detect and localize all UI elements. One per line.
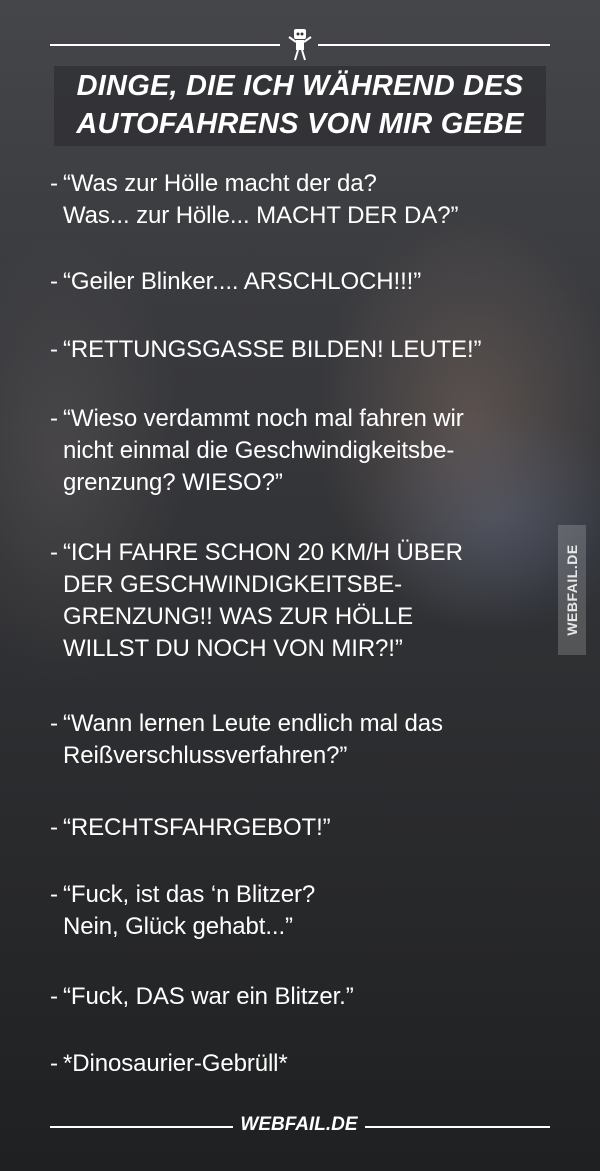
quote-text: “Wieso verdammt noch mal fahren wir nich…	[63, 405, 464, 496]
quote-text: “Fuck, ist das ‘n Blitzer? Nein, Glück g…	[63, 881, 316, 940]
quote-text: “ICH FAHRE SCHON 20 KM/H ÜBER DER GESCHW…	[63, 539, 463, 662]
footer-brand: WEBFAIL.DE	[240, 1114, 358, 1135]
bullet-dash: -	[50, 170, 58, 197]
quote-text: “RETTUNGSGASSE BILDEN! LEUTE!”	[63, 336, 482, 363]
title-line-1: DINGE, DIE ICH WÄHREND DES	[76, 70, 524, 102]
webfail-mascot-icon	[288, 29, 312, 61]
bottom-divider-left	[50, 1126, 233, 1128]
quote-text: “Fuck, DAS war ein Blitzer.”	[63, 983, 354, 1010]
bullet-dash: -	[50, 881, 58, 908]
meme-canvas: DINGE, DIE ICH WÄHREND DES AUTOFAHRENS V…	[0, 0, 600, 1171]
bullet-dash: -	[50, 336, 58, 363]
quote-text: *Dinosaurier-Gebrüll*	[63, 1050, 288, 1077]
side-watermark: WEBFAIL.DE	[564, 544, 580, 636]
top-divider-right	[318, 44, 550, 46]
quote-text: “Geiler Blinker.... ARSCHLOCH!!!”	[63, 268, 422, 295]
bullet-dash: -	[50, 268, 58, 295]
bottom-divider-right	[365, 1126, 550, 1128]
bullet-dash: -	[50, 539, 58, 566]
bullet-dash: -	[50, 983, 58, 1010]
bullet-dash: -	[50, 710, 58, 737]
top-divider-left	[50, 44, 280, 46]
bullet-dash: -	[50, 814, 58, 841]
bullet-dash: -	[50, 1050, 58, 1077]
quote-text: “Was zur Hölle macht der da? Was... zur …	[63, 170, 459, 229]
bullet-dash: -	[50, 405, 58, 432]
quote-text: “Wann lernen Leute endlich mal das Reißv…	[63, 710, 443, 769]
quote-text: “RECHTSFAHRGEBOT!”	[63, 814, 331, 841]
title-line-2: AUTOFAHRENS VON MIR GEBE	[76, 108, 524, 140]
